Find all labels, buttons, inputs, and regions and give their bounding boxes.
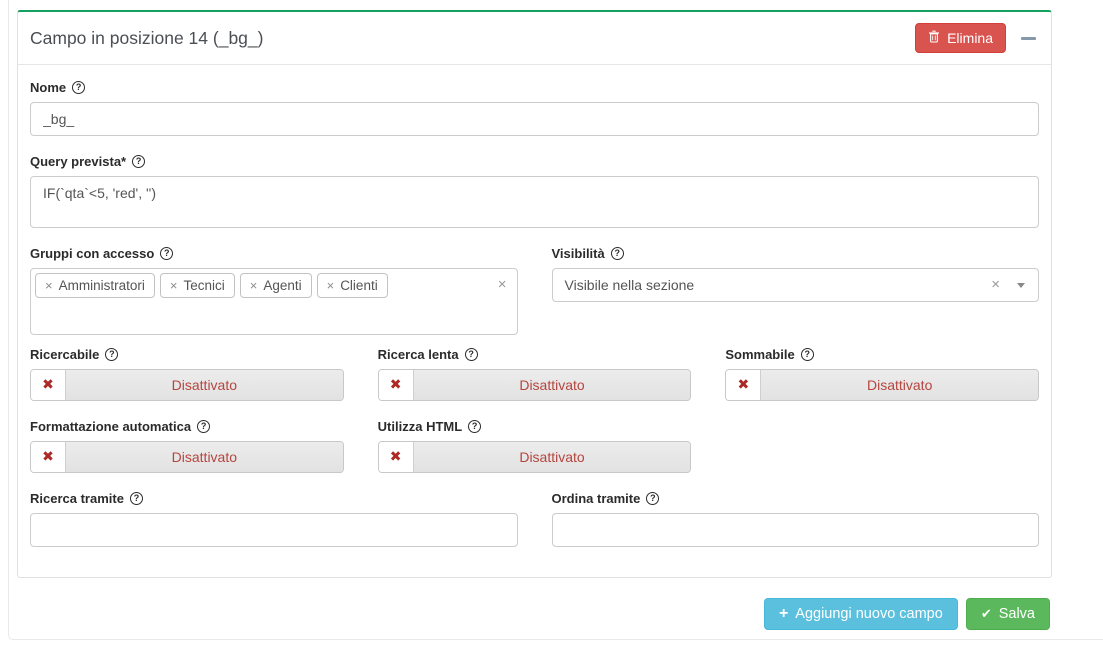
toggle-off-icon: ✖ [390, 377, 402, 393]
ordina-tramite-label: Ordina tramite ? [552, 491, 1040, 506]
delete-button[interactable]: Elimina [915, 23, 1006, 53]
toggle-state-label: Disattivato [761, 370, 1038, 400]
footer-actions: + Aggiungi nuovo campo ✔ Salva [17, 598, 1050, 630]
ricerca-tramite-label: Ricerca tramite ? [30, 491, 518, 506]
toggle-handle: ✖ [379, 370, 414, 400]
sommabile-col: Sommabile ? ✖ Disattivato [725, 347, 1039, 401]
tag-clienti: × Clienti [317, 273, 388, 298]
panel-header: Campo in posizione 14 (_bg_) Elimina [18, 12, 1051, 65]
ricercabile-label: Ricercabile ? [30, 347, 344, 362]
query-group: Query prevista* ? IF(`qta`<5, 'red', '') [30, 154, 1039, 228]
help-icon[interactable]: ? [801, 348, 814, 361]
gruppi-tags: × Amministratori × Tecnici × Agenti × [35, 273, 491, 298]
plus-icon: + [779, 607, 788, 621]
panel-body: Nome ? Query prevista* ? IF(`qta`<5, 're… [18, 65, 1051, 567]
toggle-state-label: Disattivato [66, 442, 343, 472]
nome-group: Nome ? [30, 80, 1039, 136]
save-button[interactable]: ✔ Salva [966, 598, 1050, 630]
toggle-off-icon: ✖ [390, 449, 402, 465]
toggle-state-label: Disattivato [414, 370, 691, 400]
tag-label: Tecnici [183, 278, 224, 293]
toggle-state-label: Disattivato [66, 370, 343, 400]
help-icon[interactable]: ? [72, 81, 85, 94]
formattazione-col: Formattazione automatica ? ✖ Disattivato [30, 419, 344, 473]
toggle-state-label: Disattivato [414, 442, 691, 472]
ricerca-lenta-toggle[interactable]: ✖ Disattivato [378, 369, 692, 401]
nome-label: Nome ? [30, 80, 1039, 95]
help-icon[interactable]: ? [130, 492, 143, 505]
sommabile-toggle[interactable]: ✖ Disattivato [725, 369, 1039, 401]
toggle-handle: ✖ [31, 370, 66, 400]
ricercabile-col: Ricercabile ? ✖ Disattivato [30, 347, 344, 401]
visibilita-label: Visibilità ? [552, 246, 1040, 261]
tag-label: Agenti [263, 278, 301, 293]
panel-title: Campo in posizione 14 (_bg_) [30, 28, 263, 49]
remove-tag-icon[interactable]: × [250, 278, 258, 293]
clear-selection-icon[interactable]: × [991, 276, 1000, 293]
trash-icon [928, 30, 940, 46]
ricerca-lenta-label: Ricerca lenta ? [378, 347, 692, 362]
visibilita-select[interactable]: Visibile nella sezione × [552, 268, 1040, 302]
help-icon[interactable]: ? [465, 348, 478, 361]
help-icon[interactable]: ? [468, 420, 481, 433]
nome-input[interactable] [30, 102, 1039, 136]
help-icon[interactable]: ? [105, 348, 118, 361]
chevron-down-icon [1017, 283, 1025, 288]
formattazione-toggle[interactable]: ✖ Disattivato [30, 441, 344, 473]
tramite-row: Ricerca tramite ? Ordina tramite ? [30, 491, 1039, 547]
toggle-handle: ✖ [726, 370, 761, 400]
tag-tecnici: × Tecnici [160, 273, 235, 298]
toggle-off-icon: ✖ [737, 377, 749, 393]
help-icon[interactable]: ? [611, 247, 624, 260]
ricerca-tramite-col: Ricerca tramite ? [30, 491, 518, 547]
formattazione-label: Formattazione automatica ? [30, 419, 344, 434]
gruppi-multiselect[interactable]: × Amministratori × Tecnici × Agenti × [30, 268, 518, 335]
gruppi-label: Gruppi con accesso ? [30, 246, 518, 261]
toggles-row-1: Ricercabile ? ✖ Disattivato Ricerca lent… [30, 347, 1039, 401]
gruppi-col: Gruppi con accesso ? × Amministratori × … [30, 246, 518, 335]
visibilita-selected-value: Visibile nella sezione [565, 277, 695, 293]
toggle-handle: ✖ [379, 442, 414, 472]
add-field-button[interactable]: + Aggiungi nuovo campo [764, 598, 958, 630]
tag-agenti: × Agenti [240, 273, 312, 298]
save-button-label: Salva [999, 606, 1035, 622]
ordina-tramite-col: Ordina tramite ? [552, 491, 1040, 547]
ricercabile-toggle[interactable]: ✖ Disattivato [30, 369, 344, 401]
panel-header-actions: Elimina [915, 23, 1036, 53]
toggle-off-icon: ✖ [42, 377, 54, 393]
tag-label: Amministratori [59, 278, 145, 293]
clear-all-icon[interactable]: × [498, 276, 507, 293]
add-field-button-label: Aggiungi nuovo campo [795, 606, 943, 622]
help-icon[interactable]: ? [197, 420, 210, 433]
toggle-handle: ✖ [31, 442, 66, 472]
check-icon: ✔ [981, 607, 992, 622]
help-icon[interactable]: ? [646, 492, 659, 505]
visibilita-col: Visibilità ? Visibile nella sezione × [552, 246, 1040, 335]
tag-amministratori: × Amministratori [35, 273, 155, 298]
empty-col [725, 419, 1039, 473]
ordina-tramite-input[interactable] [552, 513, 1040, 547]
ricerca-tramite-input[interactable] [30, 513, 518, 547]
remove-tag-icon[interactable]: × [327, 278, 335, 293]
toggles-row-2: Formattazione automatica ? ✖ Disattivato… [30, 419, 1039, 473]
tag-label: Clienti [340, 278, 378, 293]
help-icon[interactable]: ? [132, 155, 145, 168]
delete-button-label: Elimina [947, 30, 993, 46]
ricerca-lenta-col: Ricerca lenta ? ✖ Disattivato [378, 347, 692, 401]
sommabile-label: Sommabile ? [725, 347, 1039, 362]
remove-tag-icon[interactable]: × [170, 278, 178, 293]
utilizza-html-col: Utilizza HTML ? ✖ Disattivato [378, 419, 692, 473]
help-icon[interactable]: ? [160, 247, 173, 260]
query-textarea[interactable]: IF(`qta`<5, 'red', '') [30, 176, 1039, 228]
remove-tag-icon[interactable]: × [45, 278, 53, 293]
field-panel: Campo in posizione 14 (_bg_) Elimina Nom… [17, 10, 1052, 578]
toggle-off-icon: ✖ [42, 449, 54, 465]
utilizza-html-toggle[interactable]: ✖ Disattivato [378, 441, 692, 473]
utilizza-html-label: Utilizza HTML ? [378, 419, 692, 434]
groups-visibility-row: Gruppi con accesso ? × Amministratori × … [30, 246, 1039, 335]
collapse-icon[interactable] [1021, 37, 1036, 40]
query-label: Query prevista* ? [30, 154, 1039, 169]
